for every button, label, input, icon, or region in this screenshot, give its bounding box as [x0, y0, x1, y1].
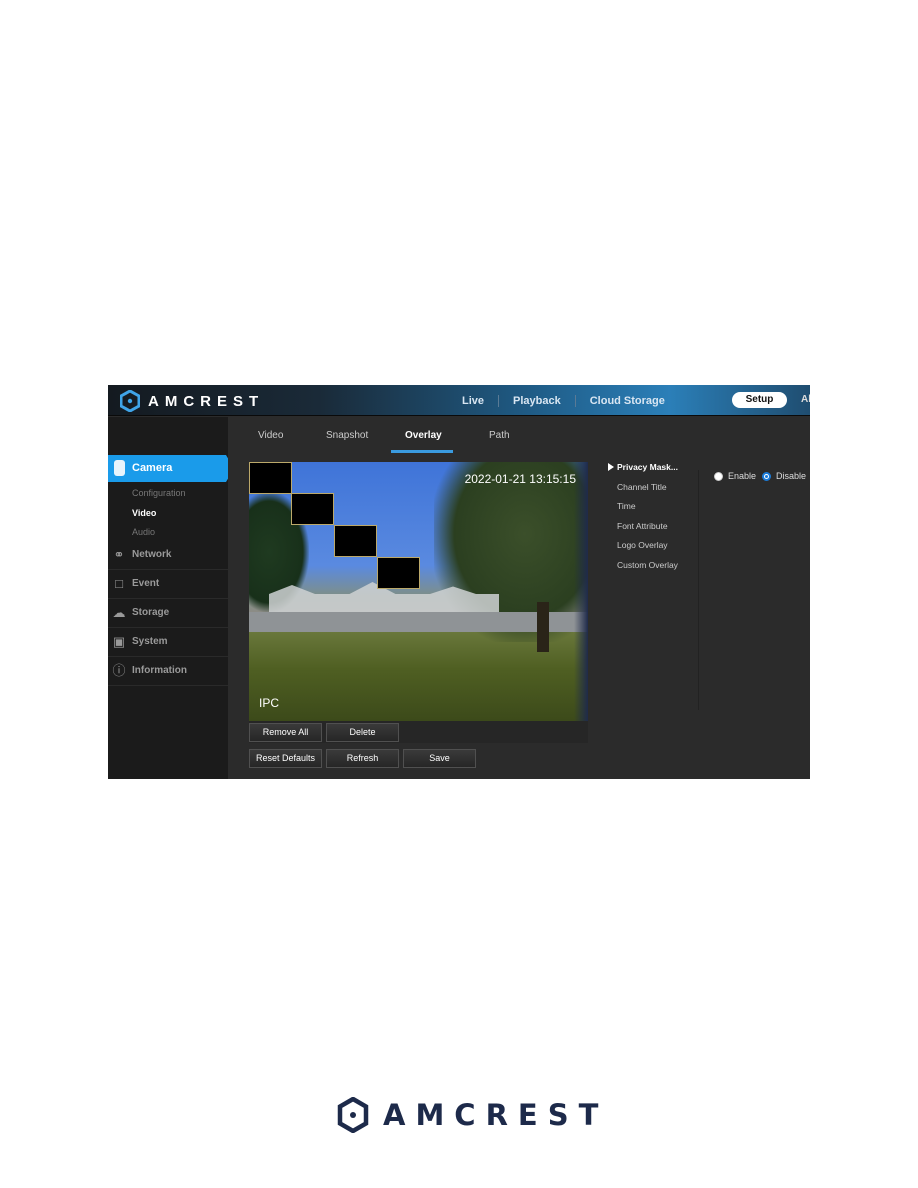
event-icon: □ [115, 576, 123, 591]
setup-button[interactable]: Setup [732, 392, 787, 408]
disable-label: Disable [776, 471, 807, 481]
menu-item-privacy-mask[interactable]: Privacy Mask... [617, 462, 678, 472]
sidebar-subitem-video[interactable]: Video [132, 508, 156, 518]
reset-defaults-button[interactable]: Reset Defaults [249, 749, 322, 768]
amcrest-logo-icon [120, 390, 140, 412]
sidebar-item-label: Event [132, 578, 160, 589]
sidebar-item-label: Camera [132, 462, 173, 474]
nav-playback[interactable]: Playback [498, 394, 575, 407]
sidebar-item-storage[interactable]: ☁ Storage [108, 599, 228, 628]
menu-item-channel-title[interactable]: Channel Title [617, 482, 667, 492]
settings-tabs: Video Snapshot Overlay Path [228, 417, 810, 455]
selected-caret-icon [608, 463, 614, 471]
privacy-mask-toggle: Enable Disable [714, 471, 810, 481]
sidebar-item-information[interactable]: ⓘ Information [108, 657, 228, 686]
brand-name: AMCREST [148, 392, 265, 410]
save-button[interactable]: Save [403, 749, 476, 768]
privacy-mask-region[interactable] [249, 462, 292, 494]
sidebar-subitem-audio[interactable]: Audio [132, 527, 155, 537]
sidebar-item-label: Storage [132, 607, 170, 618]
panel-divider [698, 470, 699, 710]
delete-button[interactable]: Delete [326, 723, 399, 742]
sidebar-item-label: Network [132, 549, 172, 560]
tab-overlay[interactable]: Overlay [405, 430, 442, 441]
scene-lens-edge [574, 462, 588, 721]
footer-logo: AMCREST [337, 1097, 608, 1133]
osd-channel-title: IPC [259, 696, 280, 710]
camera-web-ui-screenshot: AMCREST Live Playback Cloud Storage Setu… [108, 385, 810, 779]
tab-path[interactable]: Path [489, 430, 510, 441]
live-video-preview[interactable]: 2022-01-21 13:15:15 IPC [249, 462, 588, 721]
main-nav: Live Playback Cloud Storage [448, 385, 679, 416]
information-icon: ⓘ [112, 663, 126, 678]
sidebar-item-event[interactable]: □ Event [108, 570, 228, 599]
remove-all-button[interactable]: Remove All [249, 723, 322, 742]
nav-live[interactable]: Live [448, 395, 498, 407]
menu-item-font-attribute[interactable]: Font Attribute [617, 521, 668, 531]
menu-item-custom-overlay[interactable]: Custom Overlay [617, 560, 678, 570]
sidebar-item-network[interactable]: ⚭ Network [108, 541, 228, 570]
privacy-mask-region[interactable] [291, 493, 334, 525]
nav-overflow-item[interactable]: Al [801, 394, 810, 405]
top-navigation-bar: AMCREST Live Playback Cloud Storage Setu… [108, 385, 810, 416]
active-tab-indicator [391, 450, 453, 453]
enable-label: Enable [728, 471, 757, 481]
tab-video[interactable]: Video [258, 430, 283, 441]
network-icon: ⚭ [113, 547, 125, 562]
sidebar-item-camera[interactable]: Camera [108, 455, 228, 482]
scene-tree-trunk [537, 602, 549, 652]
menu-item-logo-overlay[interactable]: Logo Overlay [617, 540, 668, 550]
amcrest-logo-icon [337, 1097, 369, 1133]
sidebar-item-label: System [132, 636, 168, 647]
header-logo: AMCREST [120, 390, 264, 412]
sidebar-item-label: Information [132, 665, 187, 676]
nav-cloud-storage[interactable]: Cloud Storage [574, 394, 679, 407]
menu-item-time[interactable]: Time [617, 501, 636, 511]
camera-icon [114, 460, 125, 476]
footer-brand-name: AMCREST [383, 1098, 609, 1132]
disable-radio[interactable] [762, 471, 772, 481]
sidebar-subitem-configuration[interactable]: Configuration [132, 488, 186, 498]
system-icon: ▣ [112, 634, 126, 649]
privacy-mask-region[interactable] [334, 525, 377, 557]
storage-icon: ☁ [112, 605, 126, 620]
sidebar: Camera Configuration Video Audio ⚭ Netwo… [108, 417, 228, 779]
tab-snapshot[interactable]: Snapshot [326, 430, 368, 441]
refresh-button[interactable]: Refresh [326, 749, 399, 768]
enable-radio[interactable] [714, 471, 723, 481]
privacy-mask-region[interactable] [377, 557, 420, 589]
osd-timestamp: 2022-01-21 13:15:15 [464, 472, 576, 486]
sidebar-item-system[interactable]: ▣ System [108, 628, 228, 657]
